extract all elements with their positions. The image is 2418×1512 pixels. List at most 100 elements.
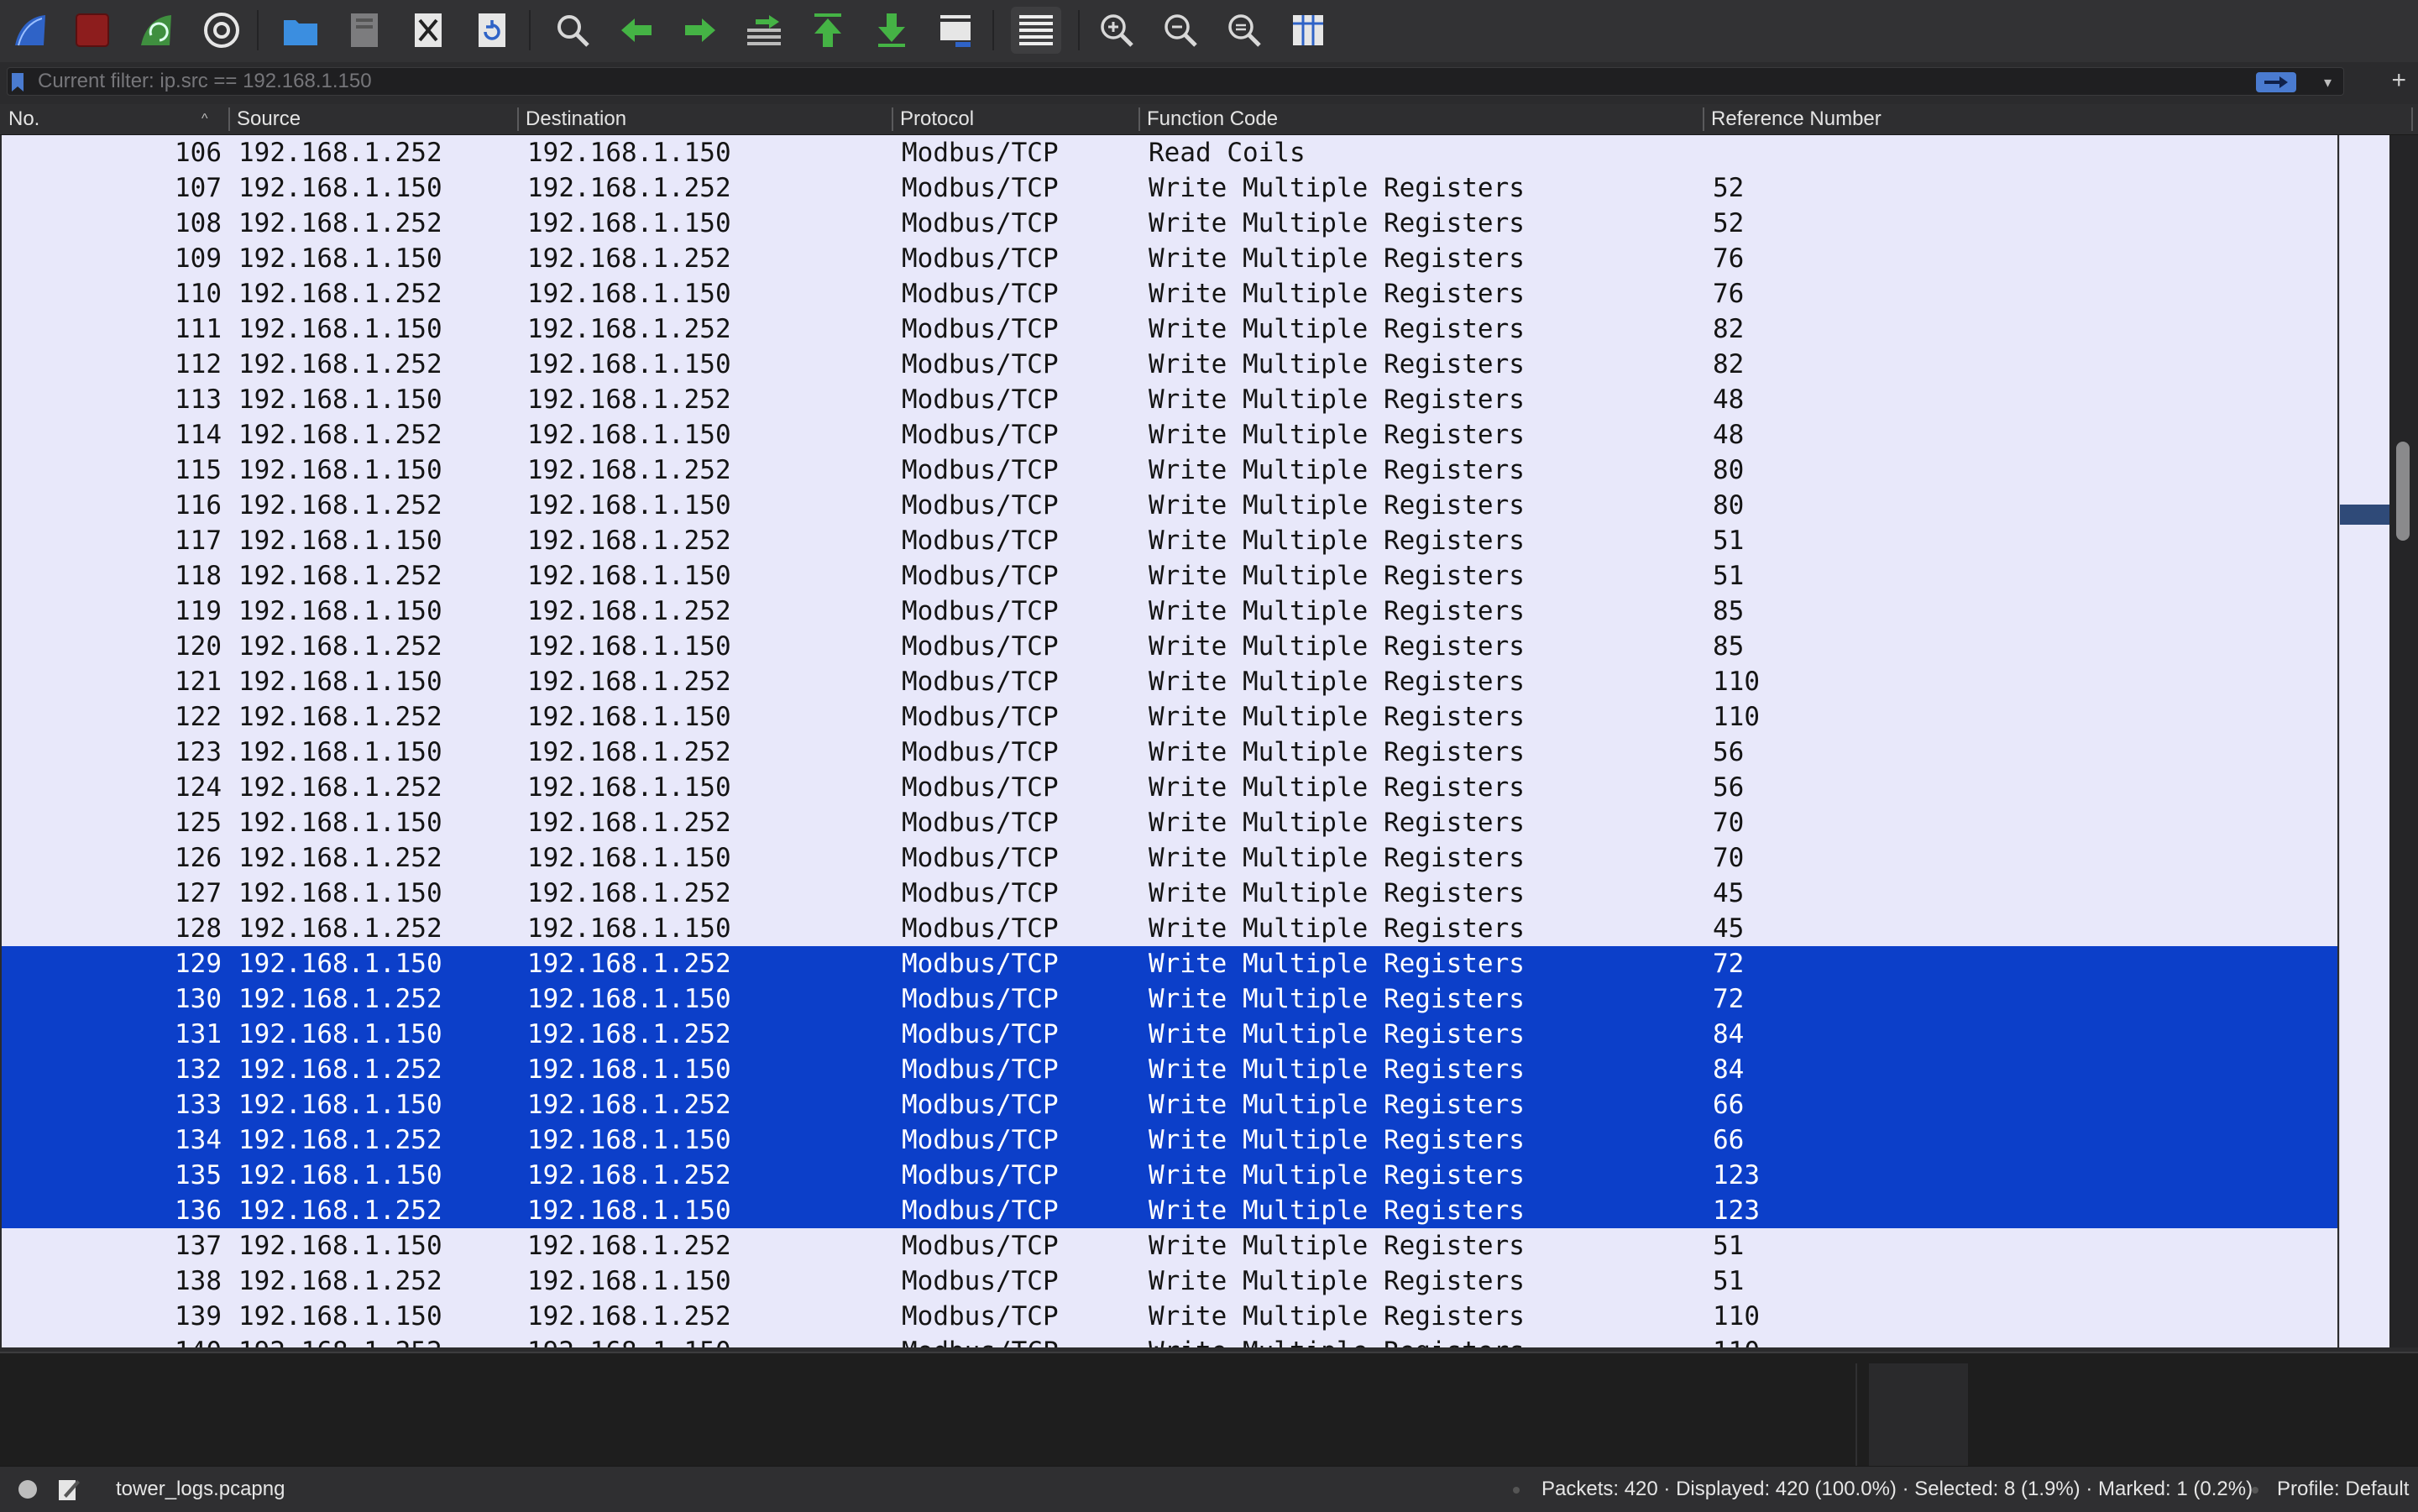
reload-file-icon[interactable] <box>467 7 517 54</box>
resize-columns-icon[interactable] <box>1283 7 1333 54</box>
column-divider[interactable] <box>228 107 230 131</box>
go-last-packet-icon[interactable] <box>866 7 917 54</box>
source-address: 192.168.1.150 <box>238 1019 442 1049</box>
profile-indicator[interactable]: Profile: Default <box>2277 1467 2409 1512</box>
source-address: 192.168.1.252 <box>238 772 442 803</box>
packet-row[interactable]: 132 192.168.1.252 192.168.1.150 Modbus/TCP W… <box>2 1052 2337 1087</box>
packet-row[interactable]: 107 192.168.1.150 192.168.1.252 Modbus/TCP W… <box>2 170 2337 206</box>
column-divider[interactable] <box>517 107 519 131</box>
packet-row[interactable]: 122 192.168.1.252 192.168.1.150 Modbus/TCP W… <box>2 699 2337 735</box>
packet-list-header: No. ^ Source Destination Protocol Functi… <box>0 104 2418 135</box>
destination-address: 192.168.1.252 <box>527 1301 731 1332</box>
packet-row[interactable]: 131 192.168.1.150 192.168.1.252 Modbus/TCP W… <box>2 1017 2337 1052</box>
apply-filter-button[interactable] <box>2256 72 2296 92</box>
packet-row[interactable]: 126 192.168.1.252 192.168.1.150 Modbus/TCP W… <box>2 840 2337 876</box>
colorize-icon[interactable] <box>1011 7 1061 54</box>
close-file-icon[interactable] <box>403 7 453 54</box>
reference-number: 110 <box>1713 1301 1760 1332</box>
packet-row[interactable]: 135 192.168.1.150 192.168.1.252 Modbus/TCP W… <box>2 1158 2337 1193</box>
packet-row[interactable]: 110 192.168.1.252 192.168.1.150 Modbus/TCP W… <box>2 276 2337 311</box>
stop-capture-icon[interactable] <box>67 7 118 54</box>
column-header-destination[interactable]: Destination <box>526 104 626 134</box>
column-header-source[interactable]: Source <box>237 104 301 134</box>
go-to-packet-icon[interactable] <box>739 7 789 54</box>
column-header-function-code[interactable]: Function Code <box>1147 104 1278 134</box>
zoom-out-icon[interactable] <box>1155 7 1206 54</box>
function-code: Write Multiple Registers <box>1149 173 1525 203</box>
scrollbar-thumb[interactable] <box>2396 442 2410 541</box>
add-filter-button[interactable]: + <box>2391 65 2406 96</box>
packet-bytes-pane[interactable] <box>1869 1363 1968 1468</box>
zoom-normal-icon[interactable] <box>1219 7 1269 54</box>
packet-row[interactable]: 129 192.168.1.150 192.168.1.252 Modbus/TCP W… <box>2 946 2337 981</box>
packet-row[interactable]: 112 192.168.1.252 192.168.1.150 Modbus/TCP W… <box>2 347 2337 382</box>
packet-row[interactable]: 118 192.168.1.252 192.168.1.150 Modbus/TCP W… <box>2 558 2337 594</box>
autoscroll-icon[interactable] <box>930 7 981 54</box>
packet-row[interactable]: 139 192.168.1.150 192.168.1.252 Modbus/TCP W… <box>2 1299 2337 1334</box>
capture-options-icon[interactable] <box>196 7 247 54</box>
packet-row[interactable]: 127 192.168.1.150 192.168.1.252 Modbus/TCP W… <box>2 876 2337 911</box>
find-packet-icon[interactable] <box>547 7 598 54</box>
packet-row[interactable]: 120 192.168.1.252 192.168.1.150 Modbus/TCP W… <box>2 629 2337 664</box>
start-capture-icon[interactable] <box>5 7 55 54</box>
go-back-icon[interactable] <box>611 7 662 54</box>
packet-row[interactable]: 134 192.168.1.252 192.168.1.150 Modbus/TCP W… <box>2 1122 2337 1158</box>
open-file-icon[interactable] <box>275 7 326 54</box>
packet-row[interactable]: 106 192.168.1.252 192.168.1.150 Modbus/TCP R… <box>2 135 2337 170</box>
packet-row[interactable]: 140 192.168.1.252 192.168.1.150 Modbus/TCP W… <box>2 1334 2337 1347</box>
display-filter-input[interactable]: Current filter: ip.src == 192.168.1.150 … <box>7 67 2344 96</box>
function-code: Write Multiple Registers <box>1149 420 1525 450</box>
protocol: Modbus/TCP <box>902 243 1059 274</box>
column-divider[interactable] <box>1703 107 1704 131</box>
packet-row[interactable]: 138 192.168.1.252 192.168.1.150 Modbus/TCP W… <box>2 1263 2337 1299</box>
packet-row[interactable]: 133 192.168.1.150 192.168.1.252 Modbus/TCP W… <box>2 1087 2337 1122</box>
expert-info-icon[interactable] <box>18 1480 37 1499</box>
status-bar: tower_logs.pcapng Packets: 420 · Display… <box>0 1466 2418 1512</box>
reference-number: 52 <box>1713 208 1745 238</box>
filter-bookmark-icon[interactable] <box>11 72 24 92</box>
packet-row[interactable]: 109 192.168.1.150 192.168.1.252 Modbus/TCP W… <box>2 241 2337 276</box>
packet-row[interactable]: 113 192.168.1.150 192.168.1.252 Modbus/TCP W… <box>2 382 2337 417</box>
protocol: Modbus/TCP <box>902 314 1059 344</box>
restart-capture-icon[interactable] <box>131 7 181 54</box>
packet-minimap[interactable] <box>2339 135 2390 1347</box>
column-header-protocol[interactable]: Protocol <box>900 104 974 134</box>
zoom-in-icon[interactable] <box>1091 7 1142 54</box>
column-divider[interactable] <box>2411 107 2413 131</box>
packet-row[interactable]: 114 192.168.1.252 192.168.1.150 Modbus/TCP W… <box>2 417 2337 453</box>
packet-row[interactable]: 116 192.168.1.252 192.168.1.150 Modbus/TCP W… <box>2 488 2337 523</box>
packet-row[interactable]: 108 192.168.1.252 192.168.1.150 Modbus/TCP W… <box>2 206 2337 241</box>
column-divider[interactable] <box>892 107 893 131</box>
packet-row[interactable]: 123 192.168.1.150 192.168.1.252 Modbus/TCP W… <box>2 735 2337 770</box>
packet-row[interactable]: 115 192.168.1.150 192.168.1.252 Modbus/TCP W… <box>2 453 2337 488</box>
destination-address: 192.168.1.252 <box>527 1019 731 1049</box>
packet-row[interactable]: 111 192.168.1.150 192.168.1.252 Modbus/TCP W… <box>2 311 2337 347</box>
go-first-packet-icon[interactable] <box>803 7 853 54</box>
packet-row[interactable]: 117 192.168.1.150 192.168.1.252 Modbus/TCP W… <box>2 523 2337 558</box>
packet-row[interactable]: 130 192.168.1.252 192.168.1.150 Modbus/TCP W… <box>2 981 2337 1017</box>
packet-row[interactable]: 121 192.168.1.150 192.168.1.252 Modbus/TCP W… <box>2 664 2337 699</box>
packet-row[interactable]: 125 192.168.1.150 192.168.1.252 Modbus/TCP W… <box>2 805 2337 840</box>
packet-row[interactable]: 136 192.168.1.252 192.168.1.150 Modbus/TCP W… <box>2 1193 2337 1228</box>
column-header-reference-number[interactable]: Reference Number <box>1711 104 1882 134</box>
chevron-down-icon[interactable]: ▾ <box>2324 74 2332 92</box>
column-header-no[interactable]: No. <box>8 104 39 134</box>
vertical-scrollbar[interactable] <box>2389 135 2418 1347</box>
packet-row[interactable]: 128 192.168.1.252 192.168.1.150 Modbus/TCP W… <box>2 911 2337 946</box>
destination-address: 192.168.1.150 <box>527 208 731 238</box>
function-code: Write Multiple Registers <box>1149 1301 1525 1332</box>
save-file-icon[interactable] <box>339 7 390 54</box>
destination-address: 192.168.1.252 <box>527 314 731 344</box>
packet-row[interactable]: 124 192.168.1.252 192.168.1.150 Modbus/TCP W… <box>2 770 2337 805</box>
capture-comment-icon[interactable] <box>57 1477 81 1502</box>
packet-details-pane[interactable] <box>0 1352 2418 1468</box>
packet-row[interactable]: 137 192.168.1.150 192.168.1.252 Modbus/TCP W… <box>2 1228 2337 1263</box>
column-divider[interactable] <box>1138 107 1140 131</box>
protocol: Modbus/TCP <box>902 490 1059 521</box>
packet-row[interactable]: 119 192.168.1.150 192.168.1.252 Modbus/TCP W… <box>2 594 2337 629</box>
go-forward-icon[interactable] <box>675 7 725 54</box>
reference-number: 85 <box>1713 596 1745 626</box>
pane-splitter[interactable] <box>1855 1363 1857 1468</box>
reference-number: 70 <box>1713 808 1745 838</box>
source-address: 192.168.1.252 <box>238 208 442 238</box>
